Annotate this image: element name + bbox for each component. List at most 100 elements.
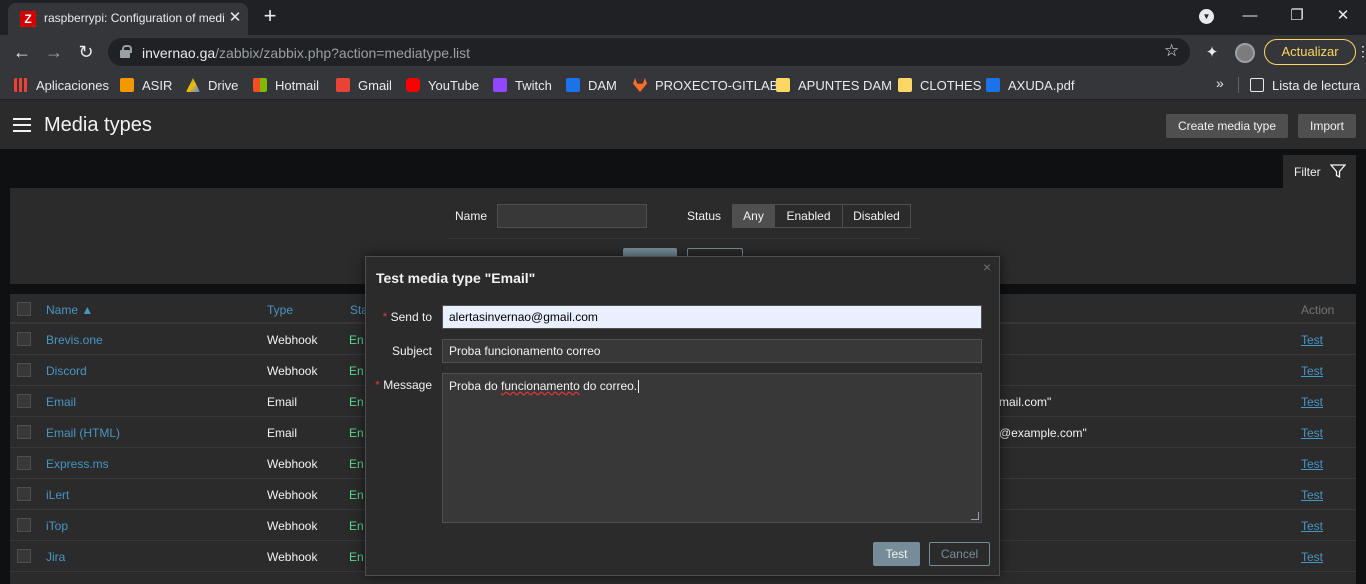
- bookmark-axuda[interactable]: AXUDA.pdf: [986, 76, 1074, 94]
- more-bookmarks-icon[interactable]: »: [1216, 75, 1224, 91]
- back-icon[interactable]: ←: [10, 40, 34, 64]
- row-checkbox[interactable]: [17, 456, 31, 470]
- fp-icon: [566, 78, 580, 92]
- media-type-name-link[interactable]: iLert: [46, 488, 69, 502]
- forward-icon[interactable]: →: [42, 40, 66, 64]
- filter-name-label: Name: [455, 209, 488, 223]
- subject-label: Subject: [391, 344, 432, 358]
- close-icon[interactable]: ×: [983, 259, 991, 275]
- row-checkbox[interactable]: [17, 549, 31, 563]
- create-media-type-button[interactable]: Create media type: [1166, 114, 1288, 138]
- bookmark-aplicaciones[interactable]: Aplicaciones: [14, 76, 109, 94]
- bookmark-gitlab[interactable]: PROXECTO-GITLAB: [633, 76, 778, 94]
- media-type-type: Webhook: [267, 457, 318, 471]
- extensions-icon[interactable]: ✦: [1203, 43, 1221, 61]
- test-link[interactable]: Test: [1301, 488, 1323, 502]
- bookmark-hotmail[interactable]: Hotmail: [253, 76, 319, 94]
- row-checkbox[interactable]: [17, 518, 31, 532]
- test-link[interactable]: Test: [1301, 395, 1323, 409]
- new-tab-icon[interactable]: +: [260, 5, 280, 27]
- bookmark-youtube[interactable]: YouTube: [406, 76, 479, 94]
- zabbix-favicon-icon: Z: [20, 11, 36, 27]
- lock-icon: [120, 45, 132, 58]
- bookmarks-bar: Aplicaciones ASIR Drive Hotmail Gmail Yo…: [0, 69, 1366, 100]
- bookmark-apuntes-dam[interactable]: APUNTES DAM: [776, 76, 892, 94]
- media-type-name-link[interactable]: Brevis.one: [46, 333, 103, 347]
- media-type-type: Webhook: [267, 488, 318, 502]
- status-disabled-option[interactable]: Disabled: [842, 204, 911, 228]
- asir-icon: [120, 78, 134, 92]
- row-checkbox[interactable]: [17, 332, 31, 346]
- bookmark-clothes[interactable]: CLOTHES: [898, 76, 981, 94]
- row-checkbox[interactable]: [17, 394, 31, 408]
- browser-toolbar: ← → ↻ invernao.ga/zabbix/zabbix.php?acti…: [0, 35, 1366, 69]
- reading-list[interactable]: Lista de lectura: [1250, 76, 1360, 94]
- resize-handle-icon[interactable]: [971, 512, 979, 520]
- filter-name-input[interactable]: [497, 204, 647, 228]
- gitlab-icon: [633, 78, 647, 92]
- page-title: Media types: [44, 114, 152, 136]
- tab-title: raspberrypi: Configuration of media type…: [44, 11, 224, 25]
- folder-icon: [898, 78, 912, 92]
- row-checkbox[interactable]: [17, 363, 31, 377]
- media-type-status[interactable]: En: [349, 333, 364, 347]
- media-type-name-link[interactable]: Discord: [46, 364, 87, 378]
- media-type-status[interactable]: En: [349, 364, 364, 378]
- test-button[interactable]: Test: [873, 542, 920, 566]
- send-to-label: * Send to: [382, 310, 432, 324]
- bookmark-star-icon[interactable]: ☆: [1164, 41, 1179, 61]
- bookmark-dam[interactable]: DAM: [566, 76, 617, 94]
- status-any-option[interactable]: Any: [732, 204, 775, 228]
- tab-close-icon[interactable]: ✕: [226, 8, 244, 28]
- address-bar[interactable]: invernao.ga/zabbix/zabbix.php?action=med…: [108, 38, 1190, 66]
- cancel-button[interactable]: Cancel: [929, 542, 990, 566]
- media-type-name-link[interactable]: Email: [46, 395, 76, 409]
- bookmark-twitch[interactable]: Twitch: [493, 76, 552, 94]
- media-type-status[interactable]: En: [349, 395, 364, 409]
- test-link[interactable]: Test: [1301, 426, 1323, 440]
- status-enabled-option[interactable]: Enabled: [774, 204, 843, 228]
- import-button[interactable]: Import: [1298, 114, 1356, 138]
- media-type-status[interactable]: En: [349, 488, 364, 502]
- media-type-status[interactable]: En: [349, 519, 364, 533]
- test-link[interactable]: Test: [1301, 364, 1323, 378]
- update-button[interactable]: Actualizar: [1264, 39, 1356, 65]
- test-link[interactable]: Test: [1301, 333, 1323, 347]
- row-checkbox[interactable]: [17, 487, 31, 501]
- test-link[interactable]: Test: [1301, 550, 1323, 564]
- media-type-status[interactable]: En: [349, 550, 364, 564]
- menu-icon[interactable]: [13, 118, 31, 132]
- media-type-name-link[interactable]: Email (HTML): [46, 426, 120, 440]
- column-name[interactable]: Name ▲: [46, 303, 93, 317]
- minimize-icon[interactable]: —: [1238, 4, 1262, 28]
- column-type[interactable]: Type: [267, 303, 293, 317]
- reload-icon[interactable]: ↻: [74, 40, 98, 64]
- more-menu-icon[interactable]: ⋮: [1356, 43, 1366, 60]
- bookmark-gmail[interactable]: Gmail: [336, 76, 392, 94]
- avatar[interactable]: [1235, 43, 1255, 63]
- media-type-status[interactable]: En: [349, 426, 364, 440]
- send-to-input[interactable]: alertasinvernao@gmail.com: [442, 305, 982, 329]
- select-all-checkbox[interactable]: [17, 302, 31, 316]
- media-type-name-link[interactable]: Jira: [46, 550, 65, 564]
- filter-icon: [1330, 164, 1346, 179]
- media-type-type: Webhook: [267, 364, 318, 378]
- row-checkbox[interactable]: [17, 425, 31, 439]
- media-type-name-link[interactable]: Express.ms: [46, 457, 109, 471]
- filter-status-label: Status: [687, 209, 722, 223]
- subject-input[interactable]: Proba funcionamento correo: [442, 339, 982, 363]
- bookmark-asir[interactable]: ASIR: [120, 76, 172, 94]
- test-link[interactable]: Test: [1301, 519, 1323, 533]
- media-type-status[interactable]: En: [349, 457, 364, 471]
- bookmark-drive[interactable]: Drive: [186, 76, 238, 94]
- restore-icon[interactable]: ❐: [1285, 4, 1309, 28]
- message-label: * Message: [375, 378, 432, 392]
- close-window-icon[interactable]: ✕: [1331, 4, 1355, 28]
- pdf-icon: [986, 78, 1000, 92]
- filter-tab[interactable]: Filter: [1283, 155, 1356, 188]
- browser-tab[interactable]: Z raspberrypi: Configuration of media ty…: [8, 3, 248, 35]
- message-textarea[interactable]: Proba do funcionamento do correo.: [442, 373, 982, 523]
- profile-menu-icon[interactable]: ▼: [1199, 9, 1214, 24]
- test-link[interactable]: Test: [1301, 457, 1323, 471]
- media-type-name-link[interactable]: iTop: [46, 519, 68, 533]
